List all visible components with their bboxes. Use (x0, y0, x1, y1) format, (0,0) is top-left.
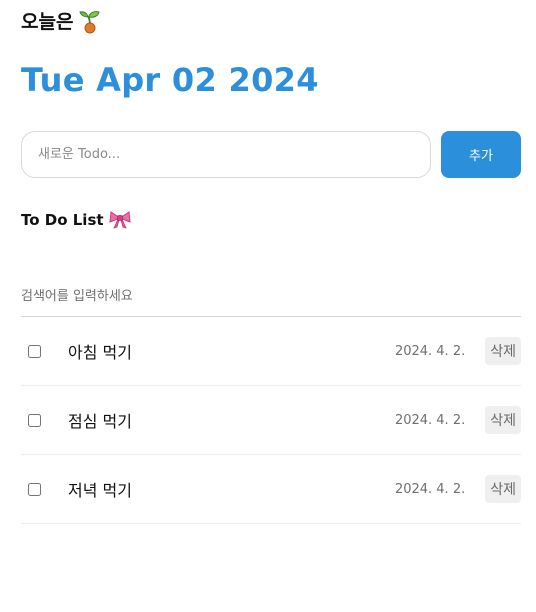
todo-editor: 추가 (21, 131, 521, 178)
header-title: 오늘은 (21, 11, 74, 33)
todo-item: 아침 먹기 2024. 4. 2. 삭제 (21, 317, 521, 386)
delete-button[interactable]: 삭제 (485, 475, 521, 503)
todo-date: 2024. 4. 2. (394, 412, 466, 428)
todo-app: 오늘은 Tue Apr 02 2024 추가 To Do List (0, 0, 536, 612)
todo-item: 저녁 먹기 2024. 4. 2. 삭제 (21, 455, 521, 524)
add-button[interactable]: 추가 (441, 131, 521, 178)
todo-content: 아침 먹기 (68, 343, 132, 362)
todo-checkbox[interactable] (28, 344, 41, 358)
todo-date: 2024. 4. 2. (394, 343, 466, 359)
list-title-text: To Do List (21, 211, 104, 229)
todo-content: 점심 먹기 (68, 412, 132, 431)
new-todo-input[interactable] (21, 131, 431, 178)
todo-list: 아침 먹기 2024. 4. 2. 삭제 점심 먹기 2024. 4. 2. 삭… (21, 317, 521, 524)
list-title: To Do List (21, 206, 131, 234)
delete-button[interactable]: 삭제 (485, 406, 521, 434)
ribbon-icon (108, 211, 131, 229)
todo-item: 점심 먹기 2024. 4. 2. 삭제 (21, 386, 521, 455)
todo-checkbox[interactable] (28, 413, 41, 427)
todo-content: 저녁 먹기 (68, 481, 132, 500)
header: 오늘은 (21, 8, 101, 36)
delete-button[interactable]: 삭제 (485, 337, 521, 365)
todo-checkbox[interactable] (28, 482, 41, 496)
current-date: Tue Apr 02 2024 (21, 61, 319, 99)
todo-date: 2024. 4. 2. (394, 481, 466, 497)
search-input[interactable] (21, 276, 521, 317)
sprout-icon (79, 10, 101, 34)
